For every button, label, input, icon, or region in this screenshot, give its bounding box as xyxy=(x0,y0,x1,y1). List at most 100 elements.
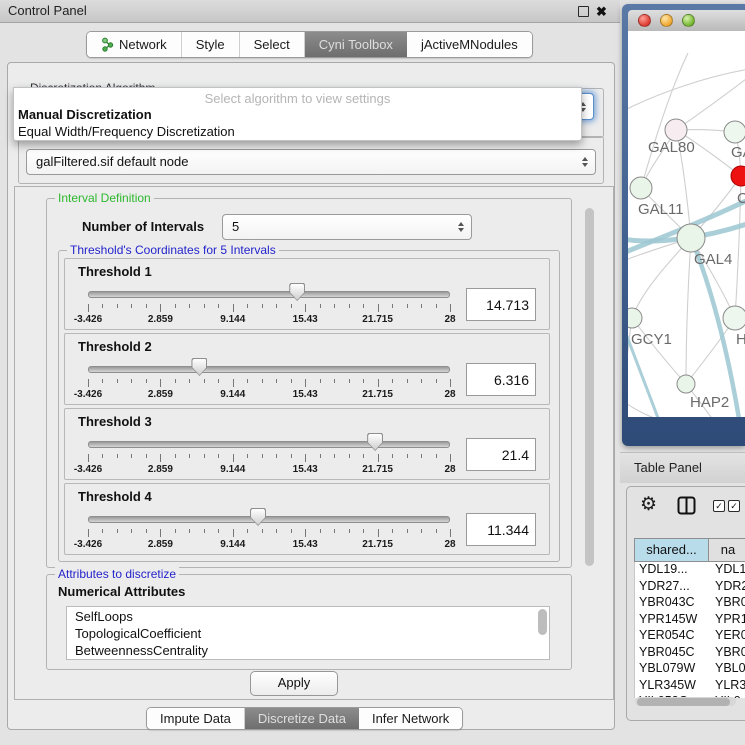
slider-tick-labels: -3.4262.8599.14415.4321.71528 xyxy=(88,389,450,401)
checkbox-checked-icon[interactable]: ✓ xyxy=(728,500,740,512)
column-header-name[interactable]: na xyxy=(709,538,745,562)
threshold-panel: Threshold 2-3.4262.8599.14415.4321.71528 xyxy=(64,333,550,405)
table-row[interactable]: YDL19...YDL1 xyxy=(635,562,745,579)
float-window-icon[interactable] xyxy=(578,6,589,17)
algorithm-option[interactable]: Equal Width/Frequency Discretization xyxy=(14,123,581,140)
table-row[interactable]: YBR043CYBR0 xyxy=(635,595,745,612)
cell-name[interactable]: YBR0 xyxy=(710,595,745,612)
slider-thumb[interactable] xyxy=(367,433,383,451)
slider-track[interactable] xyxy=(88,366,450,373)
table-row[interactable]: YPR145WYPR1 xyxy=(635,612,745,629)
table-row[interactable]: YBL079WYBL0 xyxy=(635,661,745,678)
threshold-value-field[interactable] xyxy=(466,363,536,396)
cell-shared-name[interactable]: YDL19... xyxy=(635,562,710,579)
network-node-gcy1[interactable] xyxy=(628,308,642,328)
network-node-gal11[interactable] xyxy=(630,177,652,199)
table-rows[interactable]: YDL19...YDL1YDR27...YDR2YBR043CYBR0YPR14… xyxy=(634,562,745,698)
slider-thumb[interactable] xyxy=(289,283,305,301)
close-icon[interactable]: ✖ xyxy=(596,1,607,23)
network-node-node[interactable] xyxy=(723,306,745,330)
table-row[interactable]: YBR045CYBR0 xyxy=(635,645,745,662)
cell-shared-name[interactable]: YLR345W xyxy=(635,678,710,695)
cell-name[interactable]: YDL1 xyxy=(710,562,745,579)
tab-select[interactable]: Select xyxy=(239,32,304,57)
slider-tick-label: 2.859 xyxy=(148,389,173,400)
table-header-row: shared... na xyxy=(634,538,745,562)
network-window-titlebar[interactable] xyxy=(628,10,745,32)
attribute-item[interactable]: TopologicalCoefficient xyxy=(75,625,549,642)
slider-thumb[interactable] xyxy=(250,508,266,526)
slider-track[interactable] xyxy=(88,441,450,448)
threshold-slider[interactable]: -3.4262.8599.14415.4321.71528 xyxy=(86,432,452,478)
cell-name[interactable]: YLR3 xyxy=(710,678,745,695)
slider-track[interactable] xyxy=(88,516,450,523)
slider-tick-label: 9.144 xyxy=(220,389,245,400)
algorithm-option[interactable]: Manual Discretization xyxy=(14,106,581,123)
cell-shared-name[interactable]: YPR145W xyxy=(635,612,710,629)
threshold-slider[interactable]: -3.4262.8599.14415.4321.71528 xyxy=(86,507,452,553)
network-view-canvas[interactable]: GAL80GACGAL11GAL4GCY1HHAP2 xyxy=(628,31,745,417)
network-node-gal4[interactable] xyxy=(677,224,705,252)
minimize-traffic-light-icon[interactable] xyxy=(660,14,673,27)
threshold-value-field[interactable] xyxy=(466,288,536,321)
attribute-item[interactable]: SelfLoops xyxy=(75,608,549,625)
tab-cyni-toolbox[interactable]: Cyni Toolbox xyxy=(304,32,407,57)
cell-shared-name[interactable]: YBR043C xyxy=(635,595,710,612)
threshold-slider[interactable]: -3.4262.8599.14415.4321.71528 xyxy=(86,357,452,403)
cell-name[interactable]: YER0 xyxy=(710,628,745,645)
cell-shared-name[interactable]: YER054C xyxy=(635,628,710,645)
network-node-hap2[interactable] xyxy=(677,375,695,393)
number-of-intervals-value: 5 xyxy=(232,215,239,238)
cell-name[interactable]: YPR1 xyxy=(710,612,745,629)
slider-track[interactable] xyxy=(88,291,450,298)
network-edge[interactable] xyxy=(686,238,691,384)
tab-discretize-data[interactable]: Discretize Data xyxy=(244,708,359,729)
threshold-value-field[interactable] xyxy=(466,513,536,546)
cell-name[interactable]: YBR0 xyxy=(710,645,745,662)
cell-shared-name[interactable]: YBL079W xyxy=(635,661,710,678)
number-of-intervals-combobox[interactable]: 5 xyxy=(222,214,472,240)
cell-name[interactable]: YBL0 xyxy=(710,661,745,678)
tab-impute-data[interactable]: Impute Data xyxy=(147,708,244,729)
node-label: GAL80 xyxy=(648,139,695,156)
cell-shared-name[interactable]: YDR27... xyxy=(635,579,710,596)
zoom-traffic-light-icon[interactable] xyxy=(682,14,695,27)
list-scrollbar[interactable] xyxy=(538,609,547,655)
threshold-panel: Threshold 1-3.4262.8599.14415.4321.71528 xyxy=(64,258,550,330)
settings-scrollbar[interactable] xyxy=(584,190,596,692)
tab-label: Style xyxy=(196,37,225,52)
network-edge[interactable] xyxy=(628,69,745,111)
horizontal-scrollbar[interactable] xyxy=(635,697,736,706)
attribute-item[interactable]: BetweennessCentrality xyxy=(75,642,549,659)
network-node-selected-node[interactable] xyxy=(731,166,745,186)
tab-network[interactable]: Network xyxy=(87,32,181,57)
slider-thumb[interactable] xyxy=(191,358,207,376)
tab-style[interactable]: Style xyxy=(181,32,239,57)
tab-infer-network[interactable]: Infer Network xyxy=(359,708,462,729)
close-traffic-light-icon[interactable] xyxy=(638,14,651,27)
threshold-value-field[interactable] xyxy=(466,438,536,471)
settings-gear-icon[interactable]: ⚙ xyxy=(640,493,657,516)
table-data-combobox[interactable]: galFiltered.sif default node xyxy=(26,149,596,175)
scrollbar-thumb[interactable] xyxy=(637,698,730,706)
cell-shared-name[interactable]: YBR045C xyxy=(635,645,710,662)
cell-name[interactable]: YDR2 xyxy=(710,579,745,596)
split-table-icon[interactable] xyxy=(677,496,696,520)
control-panel-titlebar[interactable]: Control Panel ✖ xyxy=(0,0,620,23)
network-node-gal80[interactable] xyxy=(665,119,687,141)
scrollbar-thumb[interactable] xyxy=(538,609,547,635)
checkbox-checked-icon[interactable]: ✓ xyxy=(713,500,725,512)
apply-button[interactable]: Apply xyxy=(250,671,338,696)
scrollbar-thumb[interactable] xyxy=(585,208,594,566)
table-row[interactable]: YLR345WYLR3 xyxy=(635,678,745,695)
table-row[interactable]: YER054CYER0 xyxy=(635,628,745,645)
network-edge[interactable] xyxy=(632,238,691,318)
table-row[interactable]: YDR27...YDR2 xyxy=(635,579,745,596)
numerical-attributes-list[interactable]: SelfLoopsTopologicalCoefficientBetweenne… xyxy=(66,606,550,660)
threshold-slider[interactable]: -3.4262.8599.14415.4321.71528 xyxy=(86,282,452,328)
column-header-shared-name[interactable]: shared... xyxy=(634,538,709,562)
thresholds-group-label: Threshold's Coordinates for 5 Intervals xyxy=(67,243,279,257)
network-node-node[interactable] xyxy=(724,121,745,143)
tab-jactivemnodules[interactable]: jActiveMNodules xyxy=(407,32,532,57)
table-panel-titlebar[interactable]: Table Panel xyxy=(620,452,745,483)
